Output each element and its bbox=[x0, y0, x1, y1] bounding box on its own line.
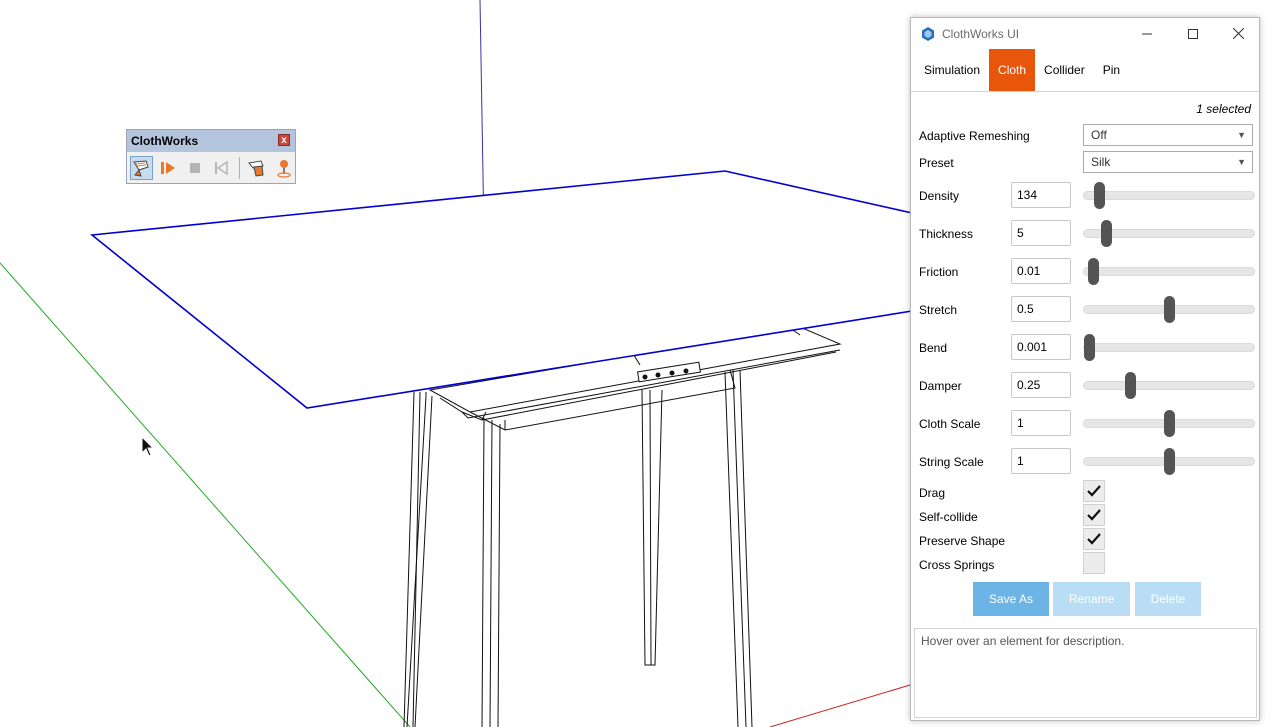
toolbar-icons bbox=[127, 152, 295, 183]
thickness-input[interactable]: 5 bbox=[1011, 220, 1071, 246]
slider-thumb[interactable] bbox=[1101, 220, 1113, 247]
delete-button[interactable]: Delete bbox=[1135, 582, 1201, 616]
tab-pin[interactable]: Pin bbox=[1094, 49, 1129, 91]
slider-thumb[interactable] bbox=[1164, 410, 1175, 437]
adaptive-remeshing-label: Adaptive Remeshing bbox=[919, 129, 1030, 143]
dropdown-arrow-icon: ▼ bbox=[1237, 130, 1246, 140]
stop-icon bbox=[189, 162, 200, 173]
cross-springs-label: Cross Springs bbox=[919, 558, 995, 572]
pin-button[interactable] bbox=[272, 156, 295, 180]
drag-checkbox[interactable] bbox=[1083, 480, 1105, 502]
reset-button[interactable] bbox=[210, 156, 233, 180]
preset-label: Preset bbox=[919, 156, 954, 170]
density-label: Density bbox=[919, 189, 960, 203]
close-icon bbox=[1232, 28, 1244, 39]
slider-thumb[interactable] bbox=[1164, 296, 1175, 323]
slider-thumb[interactable] bbox=[1084, 334, 1096, 361]
stretch-slider[interactable] bbox=[1083, 296, 1255, 323]
bend-label: Bend bbox=[919, 341, 948, 355]
cloth-scale-slider[interactable] bbox=[1083, 410, 1255, 437]
preset-value: Silk bbox=[1091, 155, 1111, 169]
adaptive-remeshing-select[interactable]: Off ▼ bbox=[1083, 124, 1253, 146]
toolbar-close-button[interactable]: x bbox=[278, 134, 290, 146]
clothworks-ui-window[interactable]: ClothWorks UI Simulation Cloth Collider … bbox=[910, 17, 1260, 721]
pin-icon bbox=[277, 159, 291, 178]
tab-bar: Simulation Cloth Collider Pin bbox=[911, 49, 1259, 92]
mouse-cursor-icon bbox=[141, 435, 155, 457]
bend-slider[interactable] bbox=[1083, 334, 1255, 361]
red-axis bbox=[769, 684, 911, 727]
checkmark-icon bbox=[1087, 485, 1101, 497]
window-titlebar[interactable]: ClothWorks UI bbox=[911, 18, 1259, 49]
slider-thumb[interactable] bbox=[1164, 448, 1175, 475]
slider-thumb[interactable] bbox=[1087, 258, 1099, 285]
save-as-button[interactable]: Save As bbox=[973, 582, 1049, 616]
toolbar-title: ClothWorks bbox=[131, 134, 199, 148]
string-scale-input[interactable]: 1 bbox=[1011, 448, 1071, 474]
slider-thumb[interactable] bbox=[1094, 182, 1106, 209]
preserve-shape-checkbox[interactable] bbox=[1083, 528, 1105, 550]
cloth-tool-icon bbox=[133, 159, 150, 177]
selection-count: 1 selected bbox=[1196, 102, 1251, 116]
collider-icon bbox=[248, 159, 264, 177]
self-collide-checkbox[interactable] bbox=[1083, 504, 1105, 526]
play-icon bbox=[161, 161, 176, 174]
tab-simulation[interactable]: Simulation bbox=[915, 49, 989, 91]
preset-actions: Save As Rename Delete bbox=[911, 582, 1259, 616]
dropdown-arrow-icon: ▼ bbox=[1237, 157, 1246, 167]
friction-input[interactable]: 0.01 bbox=[1011, 258, 1071, 284]
drag-label: Drag bbox=[919, 486, 946, 500]
play-button[interactable] bbox=[157, 156, 180, 180]
table-model[interactable] bbox=[403, 326, 842, 727]
damper-label: Damper bbox=[919, 379, 962, 393]
string-scale-label: String Scale bbox=[919, 455, 984, 469]
window-title: ClothWorks UI bbox=[942, 26, 1020, 41]
string-scale-slider[interactable] bbox=[1083, 448, 1255, 475]
toolbar-titlebar[interactable]: ClothWorks x bbox=[127, 130, 295, 152]
clothworks-toolbar[interactable]: ClothWorks x bbox=[126, 129, 296, 184]
friction-label: Friction bbox=[919, 265, 959, 279]
app-icon bbox=[922, 26, 934, 41]
adaptive-remeshing-value: Off bbox=[1091, 128, 1107, 142]
description-box: Hover over an element for description. bbox=[914, 628, 1257, 718]
toolbar-separator bbox=[238, 156, 240, 179]
stop-button[interactable] bbox=[183, 156, 206, 180]
close-button[interactable] bbox=[1215, 18, 1261, 49]
density-input[interactable]: 134 bbox=[1011, 182, 1071, 208]
cloth-scale-input[interactable]: 1 bbox=[1011, 410, 1071, 436]
cloth-scale-label: Cloth Scale bbox=[919, 417, 981, 431]
damper-slider[interactable] bbox=[1083, 372, 1255, 399]
thickness-label: Thickness bbox=[919, 227, 974, 241]
cross-springs-checkbox[interactable] bbox=[1083, 552, 1105, 574]
stretch-label: Stretch bbox=[919, 303, 958, 317]
cloth-tool-button[interactable] bbox=[130, 155, 153, 180]
maximize-button[interactable] bbox=[1170, 18, 1216, 49]
collider-button[interactable] bbox=[246, 156, 269, 180]
checkmark-icon bbox=[1087, 533, 1101, 545]
friction-slider[interactable] bbox=[1083, 258, 1255, 285]
density-slider[interactable] bbox=[1083, 182, 1255, 209]
slider-thumb[interactable] bbox=[1124, 372, 1136, 399]
tab-collider[interactable]: Collider bbox=[1035, 49, 1094, 91]
minimize-button[interactable] bbox=[1124, 18, 1170, 49]
maximize-icon bbox=[1188, 28, 1198, 39]
preserve-shape-label: Preserve Shape bbox=[919, 534, 1006, 548]
reset-icon bbox=[215, 160, 229, 175]
damper-input[interactable]: 0.25 bbox=[1011, 372, 1071, 398]
rename-button[interactable]: Rename bbox=[1053, 582, 1130, 616]
checkmark-icon bbox=[1087, 509, 1101, 521]
thickness-slider[interactable] bbox=[1083, 220, 1255, 247]
preset-select[interactable]: Silk ▼ bbox=[1083, 151, 1253, 173]
tab-cloth[interactable]: Cloth bbox=[989, 49, 1036, 91]
bend-input[interactable]: 0.001 bbox=[1011, 334, 1071, 360]
stretch-input[interactable]: 0.5 bbox=[1011, 296, 1071, 322]
minimize-icon bbox=[1142, 33, 1152, 34]
self-collide-label: Self-collide bbox=[919, 510, 978, 524]
cloth-plane[interactable] bbox=[89, 170, 913, 409]
